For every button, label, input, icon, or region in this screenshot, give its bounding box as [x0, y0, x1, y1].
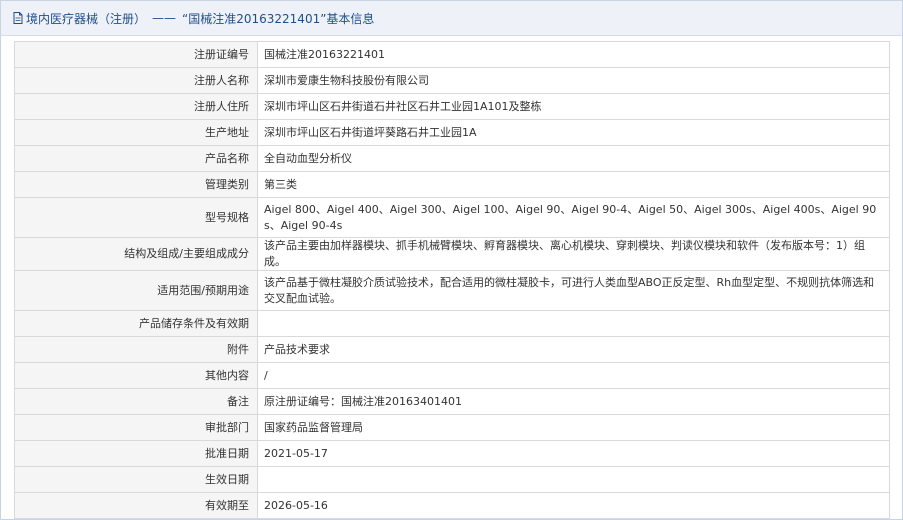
- row-value: 深圳市爱康生物科技股份有限公司: [258, 68, 890, 94]
- table-row: 产品储存条件及有效期: [15, 311, 890, 337]
- row-value: [258, 311, 890, 337]
- row-label: 批准日期: [15, 441, 258, 467]
- row-value: 2026-05-16: [258, 493, 890, 519]
- header-title: “国械注准20163221401”基本信息: [182, 10, 374, 27]
- row-label: 其他内容: [15, 363, 258, 389]
- row-label: 生产地址: [15, 120, 258, 146]
- row-value: 国械注准20163221401: [258, 42, 890, 68]
- header-prefix: 境内医疗器械（注册）: [26, 10, 146, 27]
- table-row: 产品名称全自动血型分析仪: [15, 146, 890, 172]
- table-row: 批准日期2021-05-17: [15, 441, 890, 467]
- header-separator: ——: [152, 11, 176, 25]
- row-label: 备注: [15, 389, 258, 415]
- row-value: 产品技术要求: [258, 337, 890, 363]
- table-row: 注册人名称深圳市爱康生物科技股份有限公司: [15, 68, 890, 94]
- row-value: 第三类: [258, 172, 890, 198]
- table-row: 审批部门国家药品监督管理局: [15, 415, 890, 441]
- row-label: 型号规格: [15, 198, 258, 238]
- row-label: 适用范围/预期用途: [15, 271, 258, 311]
- row-value: 国家药品监督管理局: [258, 415, 890, 441]
- row-value: 深圳市坪山区石井街道石井社区石井工业园1A101及整栋: [258, 94, 890, 120]
- table-row: 结构及组成/主要组成成分该产品主要由加样器模块、抓手机械臂模块、孵育器模块、离心…: [15, 238, 890, 271]
- table-row: 适用范围/预期用途该产品基于微柱凝胶介质试验技术，配合适用的微柱凝胶卡，可进行人…: [15, 271, 890, 311]
- panel-header: 境内医疗器械（注册） —— “国械注准20163221401”基本信息: [1, 1, 902, 36]
- row-value: Aigel 800、Aigel 400、Aigel 300、Aigel 100、…: [258, 198, 890, 238]
- row-label: 产品名称: [15, 146, 258, 172]
- info-table: 注册证编号国械注准20163221401 注册人名称深圳市爱康生物科技股份有限公…: [14, 41, 890, 520]
- row-label: 管理类别: [15, 172, 258, 198]
- table-row: 管理类别第三类: [15, 172, 890, 198]
- row-label: 注册证编号: [15, 42, 258, 68]
- row-value: 该产品基于微柱凝胶介质试验技术，配合适用的微柱凝胶卡，可进行人类血型ABO正反定…: [258, 271, 890, 311]
- table-row: 生效日期: [15, 467, 890, 493]
- row-value: [258, 467, 890, 493]
- row-label: 注册人住所: [15, 94, 258, 120]
- row-value: 2021-05-17: [258, 441, 890, 467]
- table-row: 其他内容/: [15, 363, 890, 389]
- table-row: 注册证编号国械注准20163221401: [15, 42, 890, 68]
- detail-panel: 境内医疗器械（注册） —— “国械注准20163221401”基本信息 注册证编…: [0, 0, 903, 520]
- row-value: 深圳市坪山区石井街道坪葵路石井工业园1A: [258, 120, 890, 146]
- table-row: 备注原注册证编号：国械注准20163401401: [15, 389, 890, 415]
- row-label: 注册人名称: [15, 68, 258, 94]
- table-row: 生产地址深圳市坪山区石井街道坪葵路石井工业园1A: [15, 120, 890, 146]
- row-value: 全自动血型分析仪: [258, 146, 890, 172]
- row-label: 附件: [15, 337, 258, 363]
- row-value: 原注册证编号：国械注准20163401401: [258, 389, 890, 415]
- row-value: 该产品主要由加样器模块、抓手机械臂模块、孵育器模块、离心机模块、穿刺模块、判读仪…: [258, 238, 890, 271]
- row-label: 审批部门: [15, 415, 258, 441]
- document-icon: [13, 12, 23, 24]
- row-label: 产品储存条件及有效期: [15, 311, 258, 337]
- row-label: 结构及组成/主要组成成分: [15, 238, 258, 271]
- row-label: 生效日期: [15, 467, 258, 493]
- row-value: /: [258, 363, 890, 389]
- row-label: 有效期至: [15, 493, 258, 519]
- table-row: 型号规格Aigel 800、Aigel 400、Aigel 300、Aigel …: [15, 198, 890, 238]
- table-row: 有效期至2026-05-16: [15, 493, 890, 519]
- table-row: 注册人住所深圳市坪山区石井街道石井社区石井工业园1A101及整栋: [15, 94, 890, 120]
- table-row: 附件产品技术要求: [15, 337, 890, 363]
